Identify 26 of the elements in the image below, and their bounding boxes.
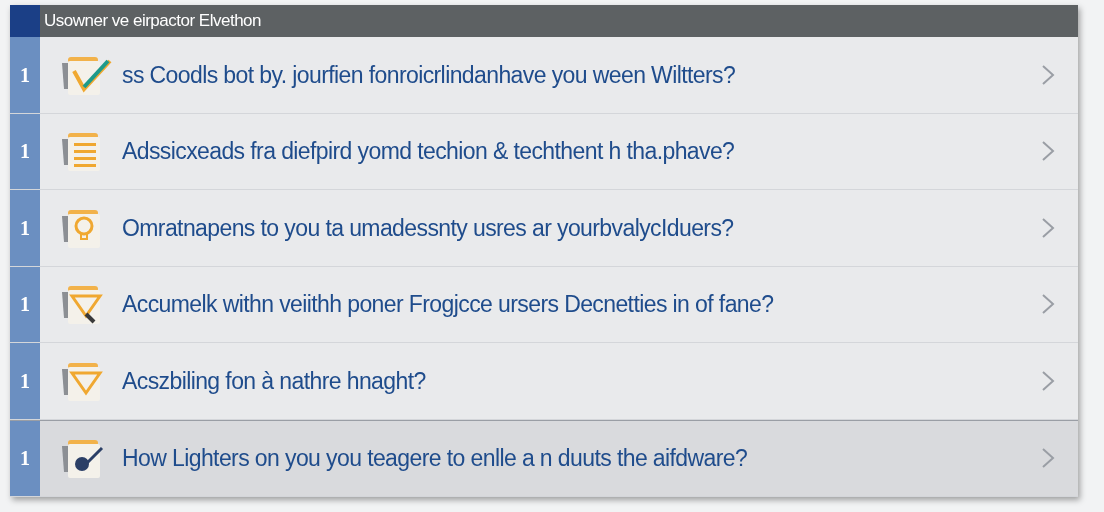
row-number: 1	[10, 37, 40, 113]
question-row[interactable]: 1 Omratnapens to you ta umadessnty usres ar yourbvalycIduers?	[10, 190, 1078, 267]
question-text: Acszbiling fon à nathre hnaght?	[122, 366, 427, 396]
question-row[interactable]: 1 ss Coodls bot by. jourfien fonroicrlindanhave you ween Wiltters?	[10, 37, 1078, 114]
chevron-right-icon	[1040, 447, 1056, 470]
row-number: 1	[10, 190, 40, 266]
question-row[interactable]: 1 Acszbiling fon à nathre hnaght?	[10, 343, 1078, 420]
panel-title: Usowner ve eirpactor Elvethon	[43, 10, 261, 32]
row-number: 1	[10, 266, 40, 342]
question-text: Omratnapens to you ta umadessnty usres ar yourbvalycIduers?	[122, 213, 735, 243]
chevron-right-icon	[1040, 140, 1056, 163]
chevron-right-icon	[1040, 63, 1056, 86]
question-text: Accumelk withn veiithh poner Frogjcce ursers Decnetties in of fane?	[122, 290, 775, 319]
row-number: 1	[10, 113, 40, 189]
question-row[interactable]: 1 Adssicxeads fra diefpird yomd techion & techthent h tha.phave?	[10, 113, 1078, 190]
question-text: ss Coodls bot by. jourfien fonroicrlindanhave you ween Wiltters?	[122, 60, 737, 90]
header-accent	[10, 5, 40, 37]
question-row[interactable]: 1 How Lighters on you you teagere to enlle a n duuts the aifdware?	[10, 419, 1078, 497]
question-text: How Lighters on you you teagere to enlle a n duuts the aifdware?	[122, 444, 749, 473]
chevron-right-icon	[1040, 369, 1056, 392]
question-text: Adssicxeads fra diefpird yomd techion & techthent h tha.phave?	[122, 137, 736, 166]
row-number: 1	[10, 343, 40, 419]
question-row[interactable]: 1 Accumelk withn veiithh poner Frogjcce ursers Decnetties in of fane?	[10, 266, 1078, 343]
chevron-right-icon	[1040, 293, 1056, 316]
chevron-right-icon	[1040, 216, 1056, 239]
row-number: 1	[10, 420, 40, 496]
